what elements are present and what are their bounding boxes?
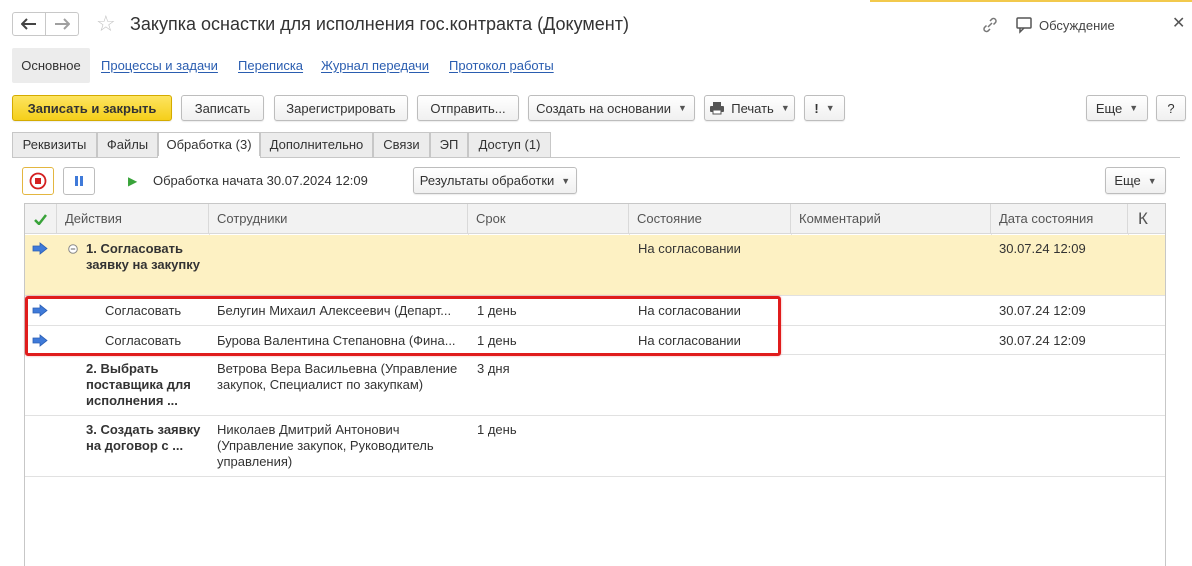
tab-links[interactable]: Связи [373,132,430,157]
importance-button[interactable]: ! ▼ [804,95,845,121]
pause-icon [75,176,83,186]
save-button[interactable]: Записать [181,95,264,121]
column-k[interactable]: К [1128,204,1165,234]
table-row[interactable]: 3. Создать заявку на договор с ... Никол… [25,416,1165,477]
column-comment[interactable]: Комментарий [791,204,991,234]
state-date-value: 30.07.24 12:09 [999,333,1086,348]
column-deadline[interactable]: Срок [468,204,629,234]
state-date-value: 30.07.24 12:09 [999,303,1086,318]
state-value: На согласовании [638,241,741,256]
collapse-icon[interactable] [68,244,78,254]
action-name: 2. Выбрать поставщика для исполнения ... [86,361,191,408]
section-tab-correspondence[interactable]: Переписка [238,48,303,83]
section-tab-processes[interactable]: Процессы и задачи [101,48,218,83]
save-and-close-button[interactable]: Записать и закрыть [12,95,172,121]
action-name: 3. Создать заявку на договор с ... [86,422,201,453]
chat-icon[interactable] [1015,16,1033,34]
back-button[interactable] [12,12,46,36]
section-tab-work-log[interactable]: Протокол работы [449,48,554,83]
tab-processing[interactable]: Обработка (3) [158,132,260,158]
tab-access[interactable]: Доступ (1) [468,132,551,157]
table-header: Действия Сотрудники Срок Состояние Комме… [25,204,1165,234]
highlight-frame [25,296,781,356]
more-button[interactable]: Еще ▼ [1086,95,1148,121]
tab-signature[interactable]: ЭП [430,132,468,157]
forward-button[interactable] [45,12,79,36]
register-button[interactable]: Зарегистрировать [274,95,408,121]
stop-icon [29,172,47,190]
tab-files[interactable]: Файлы [97,132,158,157]
action-name: 1. Согласовать заявку на закупку [86,241,200,272]
stop-processing-button[interactable] [22,167,54,195]
printer-icon [710,102,725,115]
processing-more-button[interactable]: Еще ▼ [1105,167,1166,194]
employee-value: Николаев Дмитрий Антонович (Управление з… [217,422,434,469]
favorite-star-icon[interactable]: ☆ [96,13,120,37]
chevron-down-icon: ▼ [677,103,687,113]
discussion-link[interactable]: Обсуждение [1039,18,1115,33]
column-state-date[interactable]: Дата состояния [991,204,1128,234]
column-status-check[interactable] [25,204,57,234]
chevron-down-icon: ▼ [561,175,571,186]
check-icon [34,214,47,226]
table-row[interactable]: 1. Согласовать заявку на закупку На согл… [25,235,1165,296]
arrow-right-icon [55,18,70,30]
link-icon[interactable] [980,15,1000,35]
print-button[interactable]: Печать ▼ [704,95,795,121]
close-icon[interactable]: ✕ [1172,16,1185,32]
column-employees[interactable]: Сотрудники [209,204,468,234]
arrow-left-icon [21,18,36,30]
processing-table: Действия Сотрудники Срок Состояние Комме… [24,203,1166,566]
chevron-down-icon: ▼ [1129,103,1139,113]
deadline-value: 3 дня [477,361,510,376]
column-actions[interactable]: Действия [57,204,209,234]
tab-additional[interactable]: Дополнительно [260,132,373,157]
chevron-down-icon: ▼ [1147,175,1157,186]
active-tab-gap [158,156,260,158]
column-state[interactable]: Состояние [629,204,791,234]
deadline-value: 1 день [477,422,517,437]
top-accent-line [870,0,1192,2]
chevron-down-icon: ▼ [825,103,835,113]
arrow-right-icon [32,242,48,255]
help-button[interactable]: ? [1156,95,1186,121]
chevron-down-icon: ▼ [780,103,790,113]
create-based-on-button[interactable]: Создать на основании ▼ [528,95,695,121]
section-tab-main[interactable]: Основное [12,48,90,83]
processing-status: Обработка начата 30.07.2024 12:09 [153,173,368,188]
employee-value: Ветрова Вера Васильевна (Управление заку… [217,361,458,392]
page-title: Закупка оснастки для исполнения гос.конт… [130,14,629,34]
table-row[interactable]: 2. Выбрать поставщика для исполнения ...… [25,355,1165,416]
pause-processing-button[interactable] [63,167,95,195]
send-button[interactable]: Отправить... [417,95,519,121]
state-date-value: 30.07.24 12:09 [999,241,1086,256]
play-icon: ▶ [128,174,138,188]
tab-requisites[interactable]: Реквизиты [12,132,97,157]
processing-results-button[interactable]: Результаты обработки ▼ [413,167,577,194]
section-tab-transfer-log[interactable]: Журнал передачи [321,48,429,83]
